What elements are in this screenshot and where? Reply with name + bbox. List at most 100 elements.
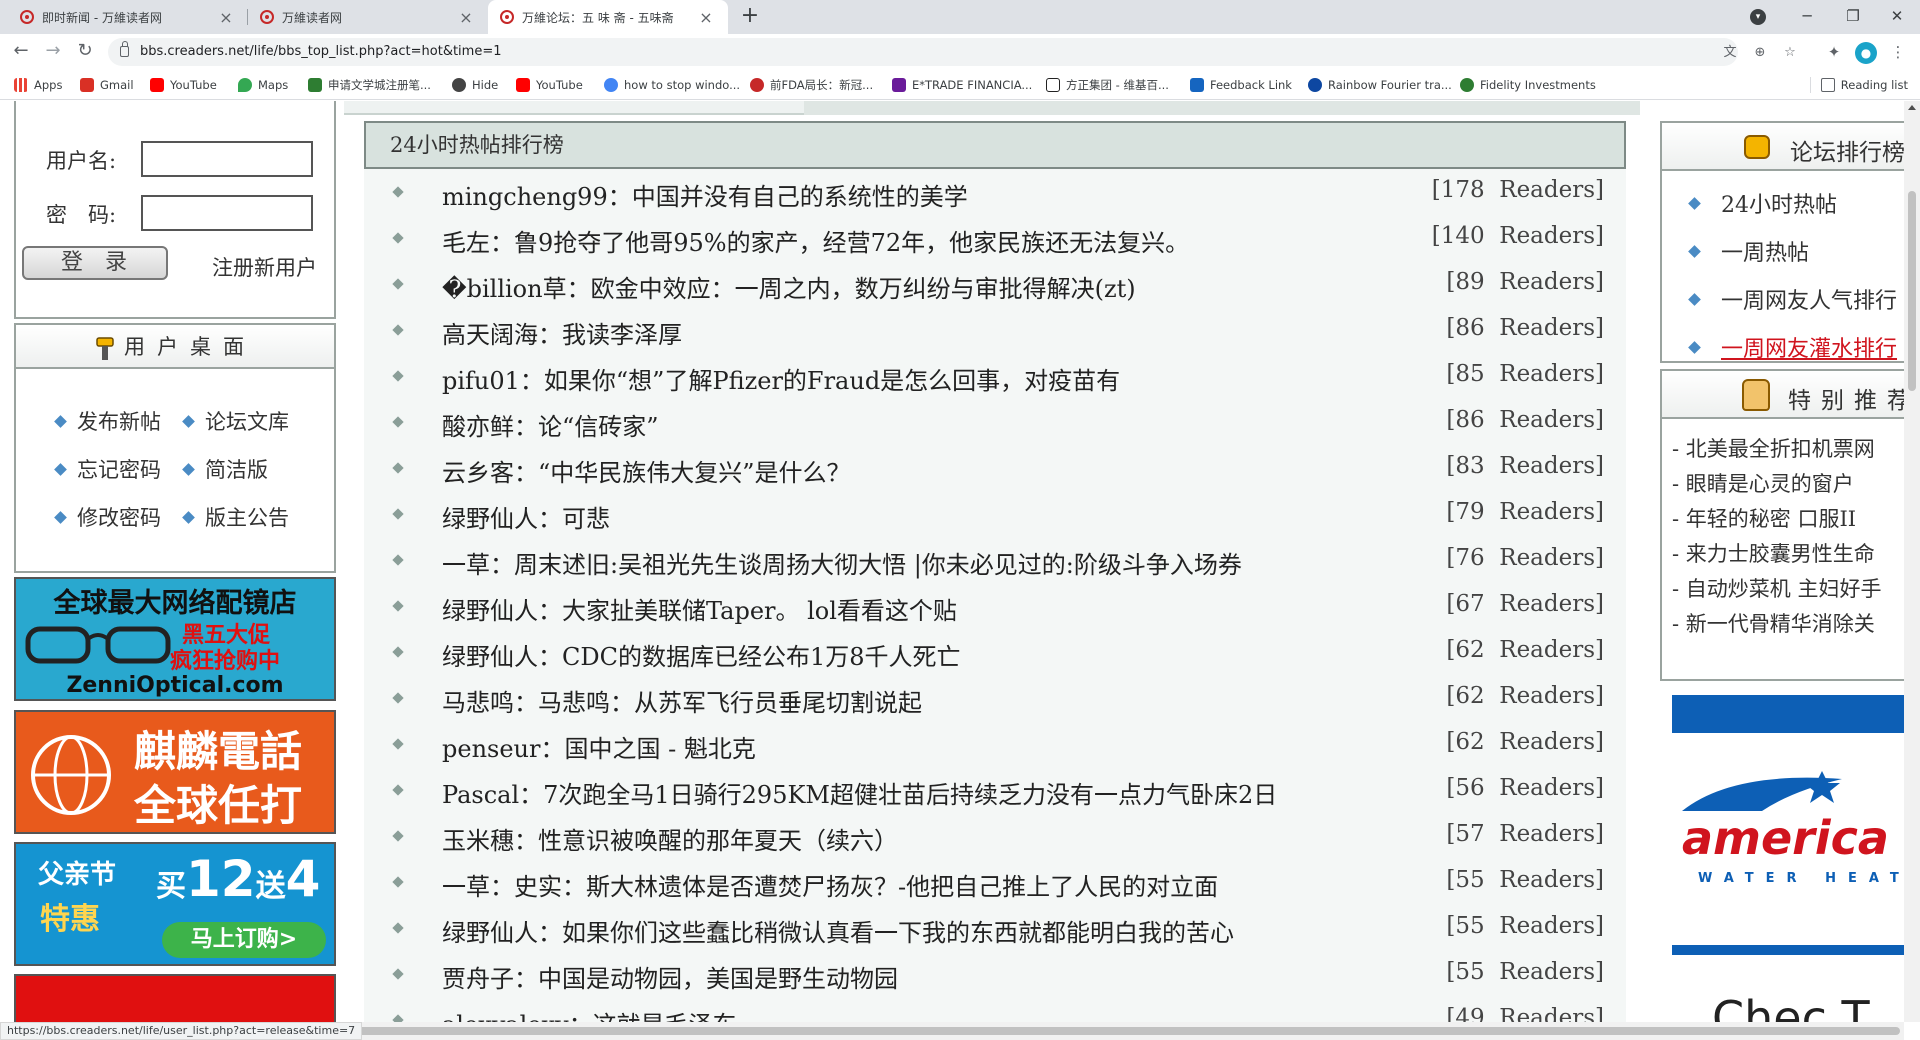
hot-post-row[interactable]: Pascal：7次跑全马1日骑行295KM超健壮苗后持续乏力没有一点力气卧床2日… [364,767,1626,813]
hot-post-title[interactable]: 绿野仙人：大家扯美联储Taper。 lol看看这个贴 [442,591,957,626]
qilin-phone-ad[interactable]: 麒麟電話 全球任打 [14,710,336,834]
recommend-link[interactable]: - 来力士胶囊男性生命 [1672,538,1881,573]
hot-post-row[interactable]: 云乡客：“中华民族伟大复兴”是什么？ [83 Readers] [364,445,1626,491]
hot-post-title[interactable]: �billion草：欧金中效应：一周之内，数万纠纷与审批得解决(zt) [442,269,1136,304]
hot-post-title[interactable]: penseur：国中之国 - 魁北克 [442,729,756,764]
bookmark-youtube-2[interactable]: YouTube [516,77,583,93]
hot-post-title[interactable]: 云乡客：“中华民族伟大复兴”是什么？ [442,453,851,488]
address-bar[interactable]: bbs.creaders.net/life/bbs_top_list.php?a… [108,38,1796,66]
username-input[interactable] [141,141,313,177]
tab-creaders-home[interactable]: 万維读者网 × [248,0,488,34]
close-tab-icon[interactable]: × [456,8,476,27]
bookmark-etrade[interactable]: E*TRADE FINANCIA... [892,77,1032,93]
address-url[interactable]: bbs.creaders.net/life/bbs_top_list.php?a… [140,44,502,59]
hot-post-row[interactable]: 一草：史实：斯大林遗体是否遭焚尸扬灰？-他把自己推上了人民的对立面 [55 Rea… [364,859,1626,905]
bookmark-gmail[interactable]: Gmail [80,77,134,93]
hot-post-title[interactable]: 一草：史实：斯大林遗体是否遭焚尸扬灰？-他把自己推上了人民的对立面 [442,867,1218,902]
hot-post-row[interactable]: 一草：周末述旧:吴祖光先生谈周扬大彻大悟 |你未必见过的:阶级斗争入场券 [76 … [364,537,1626,583]
hot-post-title[interactable]: 马悲鸣：马悲鸣：从苏军飞行员垂尾切割说起 [442,683,922,718]
hot-post-title[interactable]: alexyalexy：这就是毛泽东 [442,1005,737,1022]
bookmark-hide[interactable]: Hide [452,77,498,93]
forum-library-link[interactable]: 论坛文库 [182,397,289,445]
hot-post-row[interactable]: 马悲鸣：马悲鸣：从苏军飞行员垂尾切割说起 [62 Readers] [364,675,1626,721]
hot-post-title[interactable]: 玉米穗：性意识被唤醒的那年夏天（续六） [442,821,898,856]
forgot-password-link[interactable]: 忘记密码 [54,445,184,493]
hot-post-title[interactable]: 高天阔海：我读李泽厚 [442,315,682,350]
new-tab-button[interactable]: + [737,4,763,30]
vertical-scroll-thumb[interactable] [1908,191,1916,391]
fathers-day-ad[interactable]: 父亲节 特惠 买12送4 马上订购> [14,842,336,966]
hot-post-row[interactable]: 高天阔海：我读李泽厚 [86 Readers] [364,307,1626,353]
bookmark-wenxuecity[interactable]: 申请文学城注册笔... [308,77,431,93]
hot-post-title[interactable]: 绿野仙人：如果你们这些蠢比稍微认真看一下我的东西就都能明白我的苦心 [442,913,1234,948]
rank-link-week-posters[interactable]: 一周网友灌水排行 [1688,323,1897,371]
moderator-notice-link[interactable]: 版主公告 [182,493,289,541]
zenni-optical-ad[interactable]: 全球最大网络配镜店 黑五大促 疯狂抢购中 ZenniOptical.com [14,577,336,701]
hot-post-row[interactable]: 绿野仙人：可悲 [79 Readers] [364,491,1626,537]
hot-post-row[interactable]: 绿野仙人：如果你们这些蠢比稍微认真看一下我的东西就都能明白我的苦心 [55 Rea… [364,905,1626,951]
login-button[interactable]: 登录 [22,246,168,280]
hot-post-row[interactable]: alexyalexy：这就是毛泽东 [49 Readers] [364,997,1626,1022]
bookmark-fda-news[interactable]: 前FDA局长：新冠... [750,77,873,93]
hot-post-title[interactable]: 一草：周末述旧:吴祖光先生谈周扬大彻大悟 |你未必见过的:阶级斗争入场券 [442,545,1242,580]
maximize-icon[interactable]: ❐ [1830,0,1876,34]
bookmark-fidelity[interactable]: Fidelity Investments [1460,77,1596,93]
hot-post-title[interactable]: 绿野仙人：可悲 [442,499,610,534]
tab-forum-active[interactable]: 万維论坛：五 味 斋 - 五味斋 × [488,0,728,34]
recommend-link[interactable]: - 年轻的秘密 口服II [1672,503,1881,538]
hot-post-title[interactable]: 绿野仙人：CDC的数据库已经公布1万8千人死亡 [442,637,961,672]
red-ad-banner[interactable] [14,974,336,1022]
recommend-link[interactable]: - 北美最全折扣机票网 [1672,433,1881,468]
bookmark-rainbow-fourier[interactable]: Rainbow Fourier tra... [1308,77,1452,93]
bookmark-google-search[interactable]: how to stop windo... [604,77,740,93]
hot-post-row[interactable]: 玉米穗：性意识被唤醒的那年夏天（续六） [57 Readers] [364,813,1626,859]
profile-avatar[interactable]: ● [1855,42,1877,64]
rank-link-week-hot[interactable]: 一周热帖 [1688,227,1897,275]
hot-post-row[interactable]: 酸亦鲜：论“信砖家” [86 Readers] [364,399,1626,445]
lock-icon[interactable] [120,41,129,57]
hot-post-row[interactable]: penseur：国中之国 - 魁北克 [62 Readers] [364,721,1626,767]
horizontal-scroll-thumb[interactable] [340,1027,1900,1035]
extensions-icon[interactable]: ✦ [1823,42,1845,64]
bookmark-youtube[interactable]: YouTube [150,77,217,93]
close-tab-icon[interactable]: × [696,8,716,27]
forward-icon[interactable]: → [40,40,66,64]
rank-link-24h-hot[interactable]: 24小时热帖 [1688,179,1897,227]
hot-post-row[interactable]: 绿野仙人：CDC的数据库已经公布1万8千人死亡 [62 Readers] [364,629,1626,675]
hot-post-title[interactable]: 毛左：鲁9抢夺了他哥95%的家产，经营72年，他家民族还无法复兴。 [442,223,1189,258]
bookmark-feedback[interactable]: Feedback Link [1190,77,1292,93]
hot-post-title[interactable]: 酸亦鲜：论“信砖家” [442,407,659,442]
close-tab-icon[interactable]: × [216,8,236,27]
password-input[interactable] [141,195,313,231]
register-link[interactable]: 注册新用户 [212,252,317,282]
translate-icon[interactable]: 文 [1721,44,1739,62]
hot-post-row[interactable]: pifu01：如果你“想”了解Pfizer的Fraud是怎么回事，对疫苗有 [85… [364,353,1626,399]
reading-list-button[interactable]: Reading list [1809,77,1908,93]
recommend-link[interactable]: - 自动炒菜机 主妇好手 [1672,573,1881,608]
back-icon[interactable]: ← [8,40,34,64]
zoom-icon[interactable]: ⊕ [1751,44,1769,62]
hot-post-title[interactable]: pifu01：如果你“想”了解Pfizer的Fraud是怎么回事，对疫苗有 [442,361,1120,396]
hot-post-row[interactable]: 贾舟子：中国是动物园，美国是野生动物园 [55 Readers] [364,951,1626,997]
hot-post-title[interactable]: 贾舟子：中国是动物园，美国是野生动物园 [442,959,898,994]
change-password-link[interactable]: 修改密码 [54,493,184,541]
hot-post-title[interactable]: mingcheng99：中国并没有自己的系统性的美学 [442,177,968,212]
bookmark-apps[interactable]: Apps [14,77,62,93]
order-now-button[interactable]: 马上订购> [162,922,326,958]
vertical-scrollbar[interactable] [1904,101,1920,1022]
recommend-link[interactable]: - 眼睛是心灵的窗户 [1672,468,1881,503]
hot-post-row[interactable]: mingcheng99：中国并没有自己的系统性的美学 [178 Readers] [364,169,1626,215]
hot-post-row[interactable]: 绿野仙人：大家扯美联储Taper。 lol看看这个贴 [67 Readers] [364,583,1626,629]
reload-icon[interactable]: ↻ [72,40,98,64]
window-close-icon[interactable]: ✕ [1874,0,1920,34]
more-menu-icon[interactable]: ⋮ [1887,42,1909,64]
bookmark-maps[interactable]: Maps [238,77,288,93]
minimize-icon[interactable]: ─ [1784,0,1830,34]
simple-version-link[interactable]: 简洁版 [182,445,268,493]
bookmark-star-icon[interactable]: ☆ [1781,44,1799,62]
tab-search-icon[interactable]: ▾ [1750,9,1766,25]
hot-post-row[interactable]: 毛左：鲁9抢夺了他哥95%的家产，经营72年，他家民族还无法复兴。 [140 Re… [364,215,1626,261]
hot-post-title[interactable]: Pascal：7次跑全马1日骑行295KM超健壮苗后持续乏力没有一点力气卧床2日 [442,775,1277,810]
recommend-link[interactable]: - 新一代骨精华消除关 [1672,608,1881,643]
rank-link-week-popular[interactable]: 一周网友人气排行 [1688,275,1897,323]
